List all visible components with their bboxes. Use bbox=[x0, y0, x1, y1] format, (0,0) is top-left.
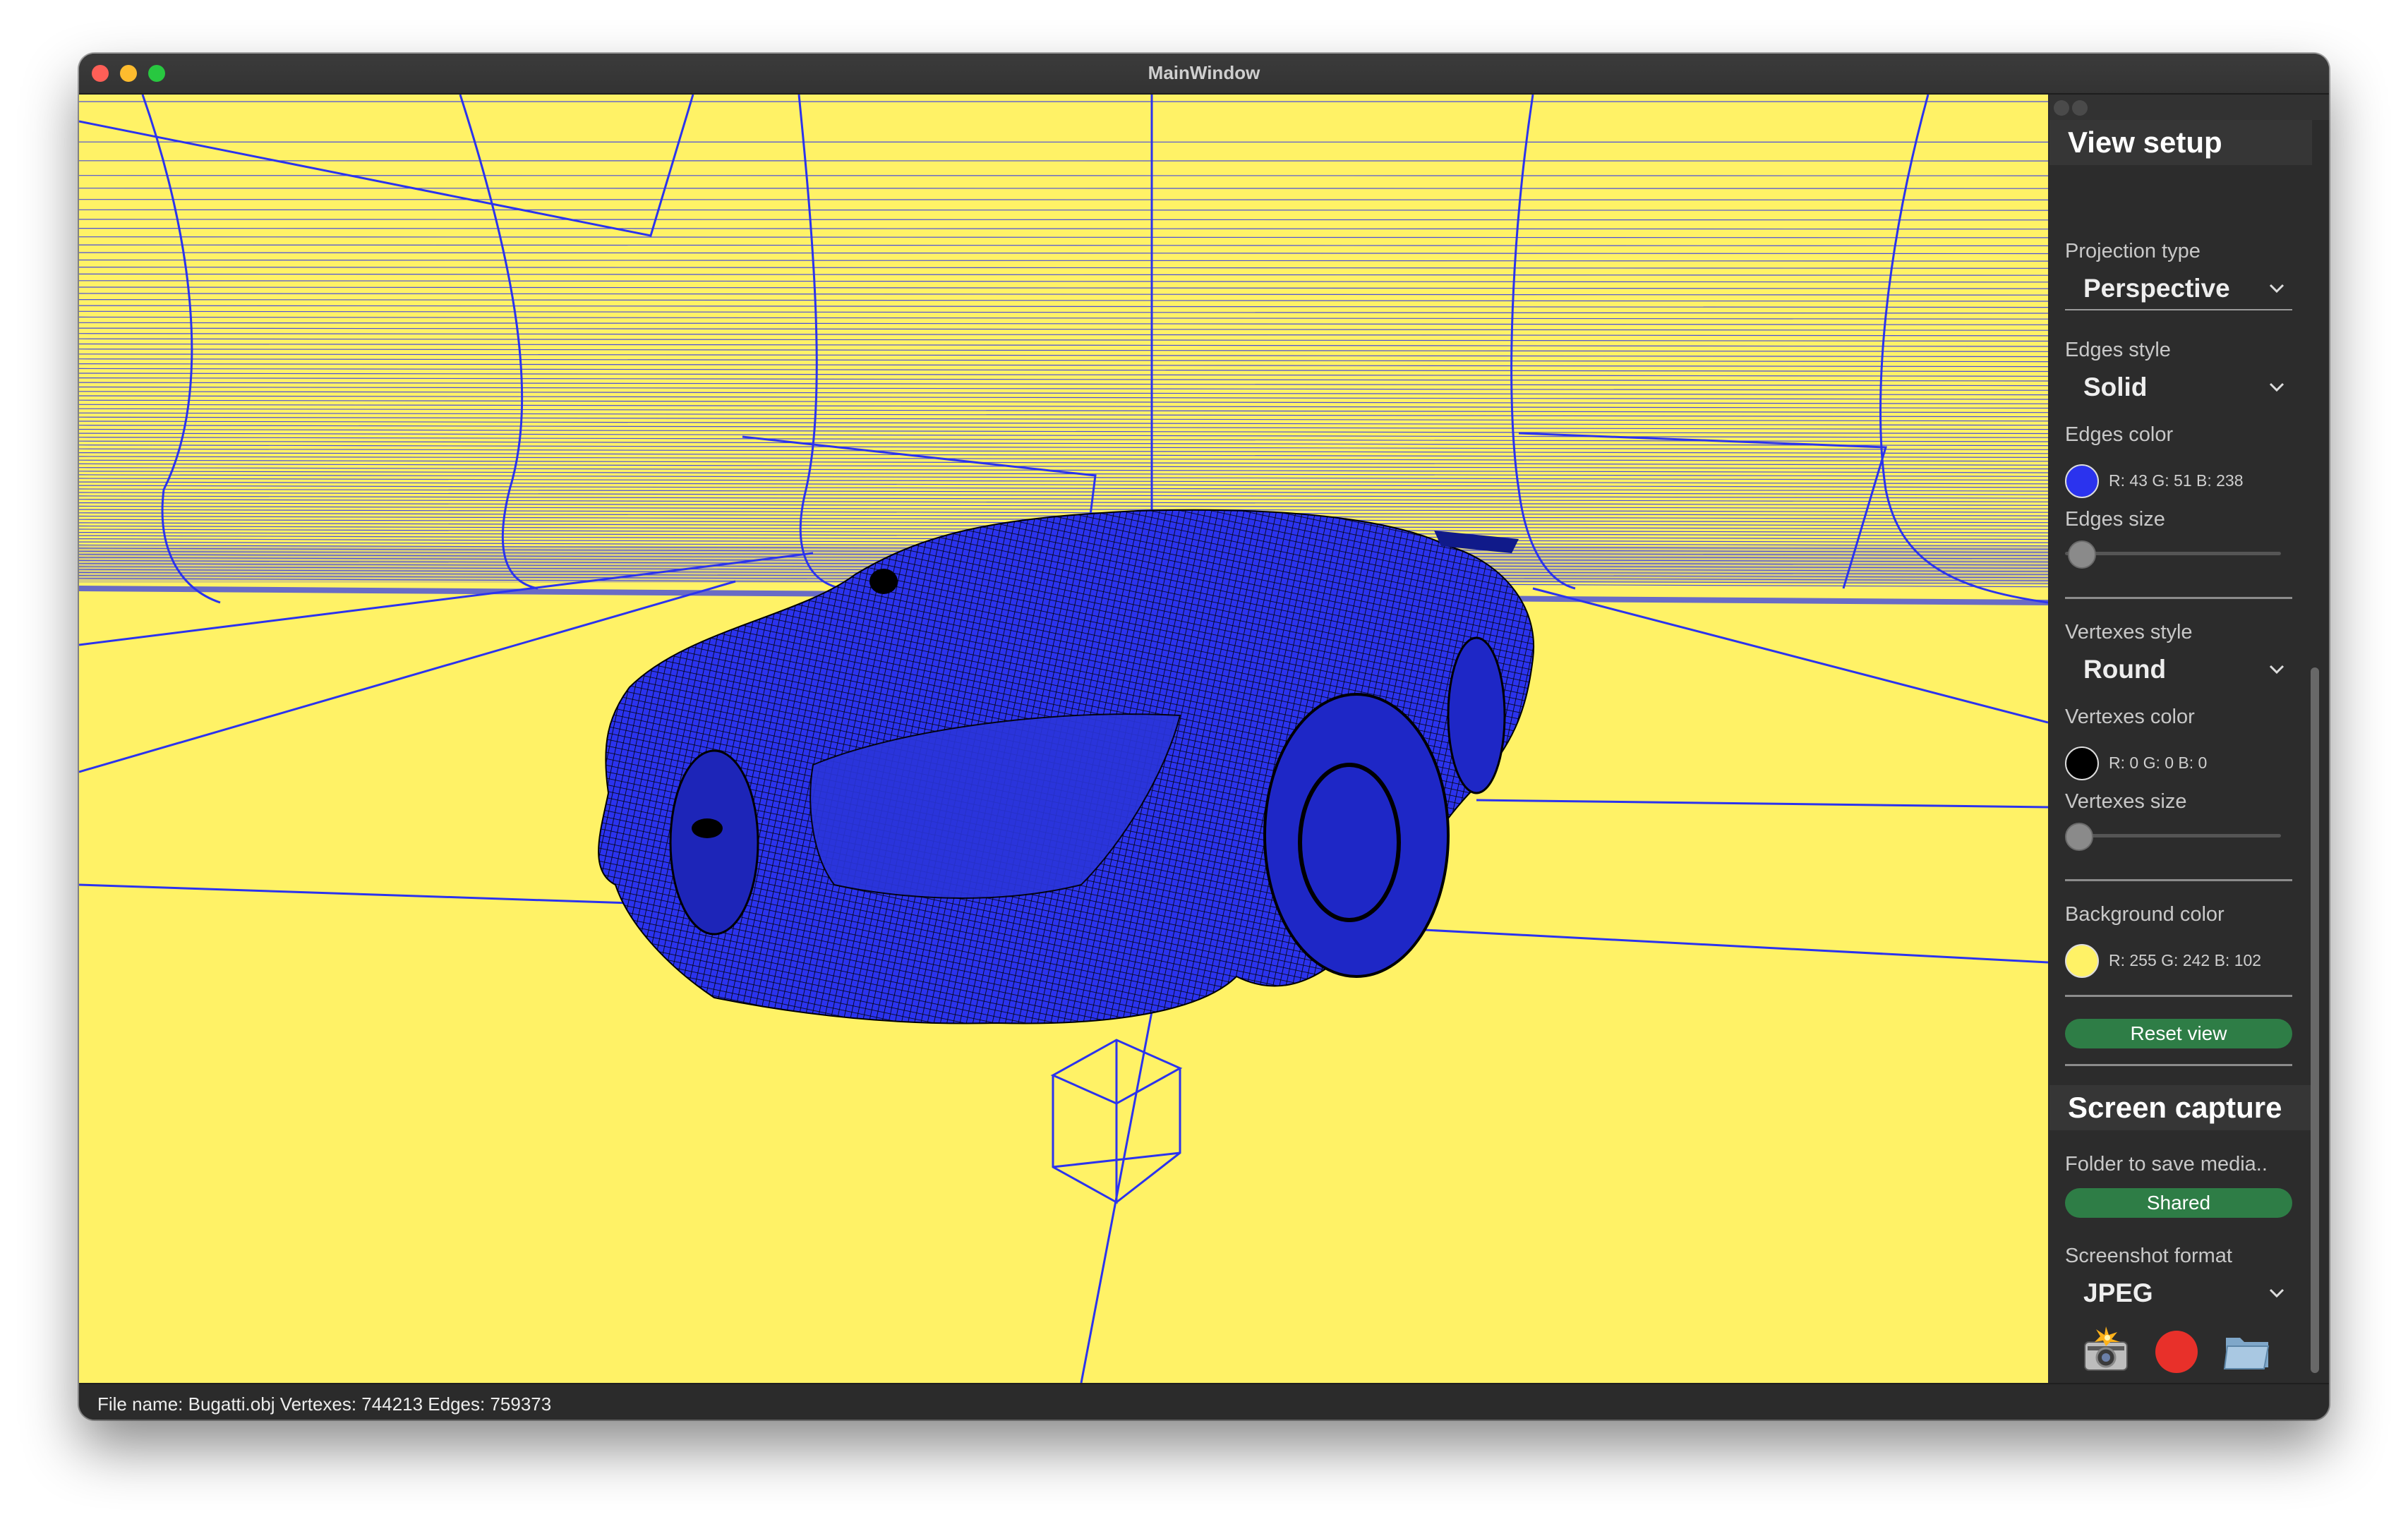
projection-type-label: Projection type bbox=[2065, 240, 2201, 262]
status-text: File name: Bugatti.obj Vertexes: 744213 … bbox=[97, 1393, 552, 1415]
vertexes-color-swatch[interactable] bbox=[2065, 746, 2099, 780]
screenshot-format-label: Screenshot format bbox=[2065, 1245, 2232, 1267]
edges-size-label: Edges size bbox=[2065, 508, 2165, 531]
edges-style-value: Solid bbox=[2083, 373, 2148, 401]
divider bbox=[2065, 597, 2292, 599]
model-wireframe-render bbox=[79, 95, 2048, 1383]
chevron-down-icon bbox=[2269, 1288, 2284, 1298]
divider bbox=[2065, 995, 2292, 997]
vertexes-style-value: Round bbox=[2083, 655, 2167, 684]
vertexes-size-slider[interactable] bbox=[2065, 821, 2281, 851]
background-color-swatch[interactable] bbox=[2065, 944, 2099, 978]
window-title: MainWindow bbox=[1148, 62, 1260, 83]
edges-style-label: Edges style bbox=[2065, 339, 2171, 361]
status-bar: File name: Bugatti.obj Vertexes: 744213 … bbox=[79, 1383, 2329, 1420]
folder-label: Folder to save media.. bbox=[2065, 1153, 2268, 1175]
background-color-label: Background color bbox=[2065, 903, 2225, 926]
settings-panel: View setup Projection type Perspective E… bbox=[2049, 95, 2329, 1417]
panel-float-icon[interactable] bbox=[2054, 100, 2069, 116]
chevron-down-icon bbox=[2269, 284, 2284, 294]
edges-color-swatch[interactable] bbox=[2065, 464, 2099, 498]
slider-track bbox=[2065, 834, 2281, 837]
edges-color-label: Edges color bbox=[2065, 423, 2174, 446]
slider-track bbox=[2065, 552, 2281, 555]
reset-view-button[interactable]: Reset view bbox=[2065, 1019, 2292, 1048]
slider-handle[interactable] bbox=[2065, 823, 2093, 851]
vertexes-size-label: Vertexes size bbox=[2065, 790, 2187, 813]
folder-select-button[interactable]: Shared bbox=[2065, 1188, 2292, 1218]
vertexes-color-label: Vertexes color bbox=[2065, 706, 2195, 728]
3d-viewport[interactable] bbox=[79, 95, 2048, 1383]
camera-flash-icon[interactable] bbox=[2081, 1325, 2131, 1376]
screenshot-format-value: JPEG bbox=[2083, 1278, 2153, 1307]
record-icon[interactable] bbox=[2151, 1325, 2202, 1376]
slider-handle[interactable] bbox=[2068, 540, 2096, 569]
folder-icon[interactable] bbox=[2222, 1325, 2272, 1376]
view-setup-heading: View setup bbox=[2049, 120, 2312, 165]
vertexes-style-select[interactable]: Round bbox=[2065, 651, 2292, 690]
vertexes-style-label: Vertexes style bbox=[2065, 621, 2193, 643]
screenshot-format-select[interactable]: JPEG bbox=[2065, 1274, 2292, 1314]
edges-color-value: R: 43 G: 51 B: 238 bbox=[2109, 471, 2244, 490]
edges-size-slider[interactable] bbox=[2065, 539, 2281, 569]
screen-capture-heading: Screen capture bbox=[2049, 1085, 2312, 1130]
panel-close-icon[interactable] bbox=[2072, 100, 2088, 116]
title-bar: MainWindow bbox=[79, 54, 2329, 95]
divider bbox=[2065, 879, 2292, 881]
edges-style-select[interactable]: Solid bbox=[2065, 368, 2292, 408]
divider bbox=[2065, 1064, 2292, 1066]
background-color-value: R: 255 G: 242 B: 102 bbox=[2109, 951, 2262, 969]
panel-scrollbar[interactable] bbox=[2311, 667, 2319, 1373]
panel-title-bar bbox=[2049, 95, 2329, 120]
projection-type-select[interactable]: Perspective bbox=[2065, 270, 2292, 310]
main-window: MainWindow View setup Projection type Pe… bbox=[79, 54, 2329, 1420]
vertexes-color-value: R: 0 G: 0 B: 0 bbox=[2109, 754, 2208, 772]
chevron-down-icon bbox=[2269, 665, 2284, 675]
projection-type-value: Perspective bbox=[2083, 274, 2230, 303]
chevron-down-icon bbox=[2269, 382, 2284, 392]
